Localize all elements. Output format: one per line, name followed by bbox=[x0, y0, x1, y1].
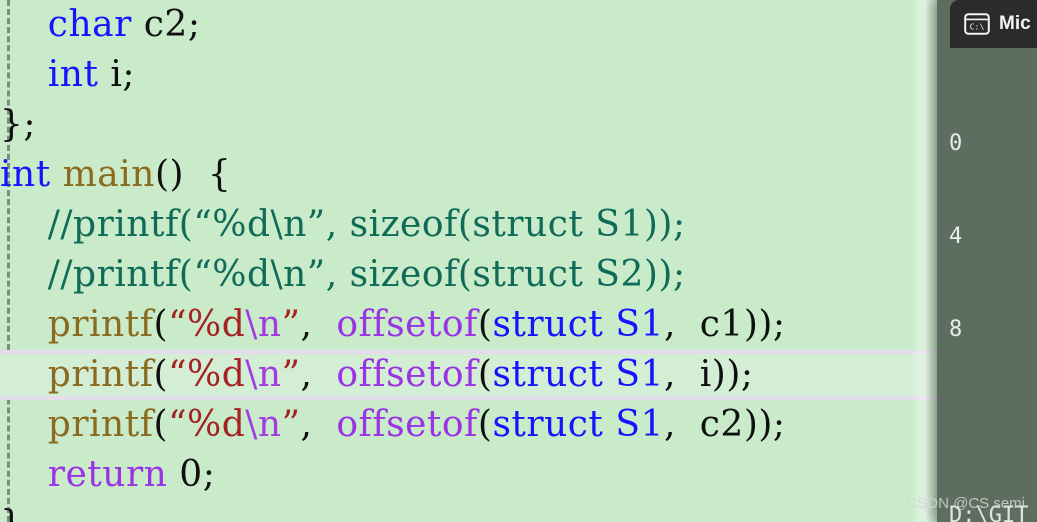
console-tab-title: Mic bbox=[999, 13, 1031, 34]
code-token-plain: ; bbox=[202, 454, 216, 495]
code-token-plain: , c2)); bbox=[663, 404, 786, 445]
code-token-fn: main bbox=[62, 154, 155, 195]
code-token-plain: ( bbox=[477, 404, 493, 445]
console-output: 0 4 8 D:\GIT 【C进阶 按任意 bbox=[937, 48, 1037, 522]
code-token-str: “%d bbox=[168, 404, 246, 445]
code-line[interactable]: int i; bbox=[0, 50, 937, 100]
code-line[interactable]: char c2; bbox=[0, 0, 937, 50]
code-token-plain: ( bbox=[477, 354, 493, 395]
code-line-list: char c2; int i;}; int main() { //printf(“… bbox=[0, 0, 937, 522]
console-output-line: 4 bbox=[949, 224, 963, 249]
code-editor[interactable]: char c2; int i;}; int main() { //printf(“… bbox=[0, 0, 937, 522]
svg-text:C:\: C:\ bbox=[970, 21, 985, 31]
console-output-line: 0 bbox=[949, 131, 963, 156]
code-token-fn: printf bbox=[47, 354, 154, 395]
code-token-kw: S1 bbox=[615, 354, 664, 395]
code-token-cmt: //printf(“%d\n”, sizeof(struct S1)); bbox=[47, 204, 686, 245]
code-token-plain: c2; bbox=[143, 4, 201, 45]
code-token-kw: S1 bbox=[615, 304, 664, 345]
code-token-plain: ( bbox=[153, 354, 169, 395]
code-token-kw: char bbox=[47, 4, 132, 45]
code-token-cmt: //printf(“%d\n”, sizeof(struct S2)); bbox=[47, 254, 686, 295]
watermark: CSDN @CS semi bbox=[906, 495, 1025, 512]
code-token-str: ” bbox=[281, 404, 301, 445]
code-token-esc: \n bbox=[245, 304, 282, 345]
code-token-num: 0 bbox=[179, 454, 203, 495]
code-line[interactable]: printf(“%d\n”, offsetof(struct S1, i)); bbox=[0, 350, 937, 400]
code-token-plain: ( bbox=[153, 404, 169, 445]
code-token-plain: i; bbox=[110, 54, 136, 95]
code-token-macro: offsetof bbox=[336, 404, 478, 445]
console-cmd-icon: C:\ bbox=[964, 13, 990, 35]
code-line[interactable]: //printf(“%d\n”, sizeof(struct S2)); bbox=[0, 250, 937, 300]
code-token-macro: offsetof bbox=[336, 354, 478, 395]
code-token-plain: , bbox=[300, 404, 337, 445]
code-line[interactable]: int main() { bbox=[0, 150, 937, 200]
code-token-esc: \n bbox=[245, 354, 282, 395]
code-line[interactable]: printf(“%d\n”, offsetof(struct S1, c2)); bbox=[0, 400, 937, 450]
code-token-plain: } bbox=[0, 504, 23, 522]
console-tab[interactable]: C:\ Mic bbox=[950, 0, 1037, 48]
code-token-fn: printf bbox=[47, 304, 154, 345]
code-line[interactable]: }; bbox=[0, 100, 937, 150]
code-token-plain: ( bbox=[153, 304, 169, 345]
code-token-plain: , i)); bbox=[663, 354, 754, 395]
code-token-plain: () { bbox=[154, 154, 232, 195]
code-line[interactable]: return 0; bbox=[0, 450, 937, 500]
code-token-plain: , c1)); bbox=[663, 304, 786, 345]
code-token-kw: struct bbox=[492, 354, 604, 395]
code-token-kw: S1 bbox=[615, 404, 664, 445]
code-token-ret: return bbox=[47, 454, 168, 495]
code-token-str: “%d bbox=[168, 304, 246, 345]
code-token-kw: struct bbox=[492, 404, 604, 445]
code-token-esc: \n bbox=[245, 404, 282, 445]
code-token-plain: }; bbox=[0, 104, 37, 145]
code-token-str: ” bbox=[281, 304, 301, 345]
code-token-kw: struct bbox=[492, 304, 604, 345]
code-line[interactable]: printf(“%d\n”, offsetof(struct S1, c1)); bbox=[0, 300, 937, 350]
code-token-kw: int bbox=[0, 154, 51, 195]
code-line[interactable]: } bbox=[0, 500, 937, 522]
code-token-kw: int bbox=[47, 54, 99, 95]
console-output-line: 8 bbox=[949, 317, 963, 342]
code-token-plain: , bbox=[300, 304, 337, 345]
code-token-plain: , bbox=[300, 354, 337, 395]
console-panel[interactable]: C:\ Mic 0 4 8 D:\GIT 【C进阶 按任意 bbox=[937, 0, 1037, 522]
code-token-fn: printf bbox=[47, 404, 154, 445]
code-token-str: ” bbox=[281, 354, 301, 395]
code-line[interactable]: //printf(“%d\n”, sizeof(struct S1)); bbox=[0, 200, 937, 250]
code-token-plain: ( bbox=[477, 304, 493, 345]
code-token-macro: offsetof bbox=[336, 304, 478, 345]
code-token-str: “%d bbox=[168, 354, 246, 395]
screenshot-root: char c2; int i;}; int main() { //printf(“… bbox=[0, 0, 1037, 522]
